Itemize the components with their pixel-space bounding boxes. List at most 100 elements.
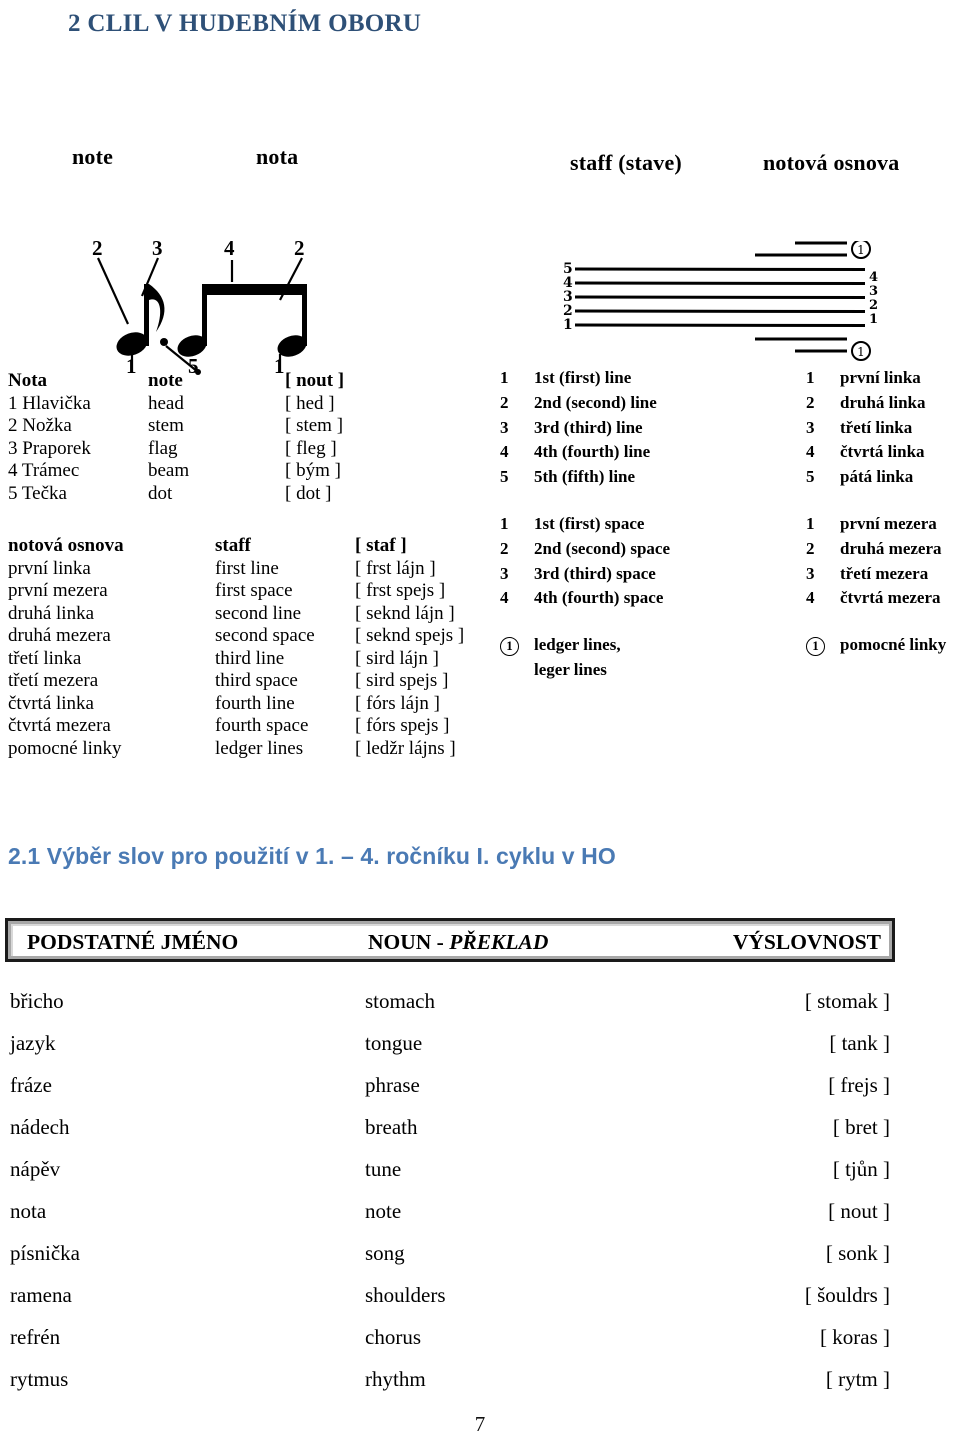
cell-en: phrase <box>365 1073 420 1097</box>
cell-pron: [ šouldrs ] <box>804 1283 890 1307</box>
legend-number: 1 <box>806 513 815 533</box>
cell-pron: [ bret ] <box>832 1115 890 1139</box>
legend-item: 3 3rd (third) line <box>500 416 670 441</box>
glossary-pron: [ nout ] <box>285 370 345 391</box>
vocabulary-table: PODSTATNÉ JMÉNO NOUN - PŘEKLAD VÝSLOVNOS… <box>5 918 895 1391</box>
glossary-row: 5 Tečka dot [ dot ] <box>8 483 465 506</box>
glossary-row: pomocné linky ledger lines [ ledžr lájns ] <box>8 738 555 761</box>
glossary-en: first line <box>215 557 279 579</box>
legend-number: 3 <box>500 563 509 583</box>
glossary-row: druhá mezera second space[ seknd spejs ] <box>8 625 555 648</box>
legend-label: čtvrtá linka <box>840 442 925 462</box>
staff-diagram-icon: 1 1 5 4 3 2 1 4 3 2 1 <box>563 241 878 361</box>
cell-pron: [ tank ] <box>829 1031 890 1055</box>
glossary-cz: 2 Nožka <box>8 415 72 436</box>
glossary-staff-parts: notová osnova staff[ staf ] první linka fi… <box>8 535 555 760</box>
legend-label: první mezera <box>840 513 937 533</box>
glossary-cz: 4 Trámec <box>8 460 80 481</box>
circled-number-icon: 1 <box>806 633 840 658</box>
glossary-row: Nota note [ nout ] <box>8 370 465 393</box>
legend-number: 2 <box>500 392 509 412</box>
glossary-en: fourth space <box>215 715 309 736</box>
legend-item: 2 druhá mezera <box>806 537 946 562</box>
glossary-en: beam <box>148 460 190 481</box>
glossary-cz: druhá mezera <box>8 625 111 646</box>
note-callout-2a: 2 <box>92 236 103 260</box>
glossary-pron: [ dot ] <box>285 482 332 504</box>
legend-item: 3 třetí mezera <box>806 562 946 587</box>
legend-number: 3 <box>806 563 815 583</box>
legend-label: ledger lines, <box>534 635 621 655</box>
legend-item: 1 pomocné linky <box>806 633 946 658</box>
glossary-pron: [ fórs lájn ] <box>355 692 440 714</box>
table-row: jazyk tongue [ tank ] <box>5 1022 895 1064</box>
glossary-row: čtvrtá mezera fourth space [ fórs spejs ] <box>8 715 555 738</box>
legend-spacer <box>806 611 946 633</box>
glossary-row: 2 Nožka stem [ stem ] <box>8 415 465 438</box>
cell-pron: [ sonk ] <box>825 1241 890 1265</box>
glossary-cz: první linka <box>8 557 91 579</box>
table-body: břicho stomach [ stomak ] jazyk tongue [… <box>5 980 895 1400</box>
legend-label: 3rd (third) line <box>534 417 643 437</box>
legend-item: 2 2nd (second) line <box>500 391 670 416</box>
legend-item: 1 1st (first) line <box>500 366 670 391</box>
glossary-cz: první mezera <box>8 580 108 601</box>
legend-number: 4 <box>500 588 509 608</box>
legend-item: 5 5th (fifth) line <box>500 465 670 490</box>
legend-item: leger lines <box>500 658 670 683</box>
legend-item: 1 první mezera <box>806 512 946 537</box>
table-header-inner: PODSTATNÉ JMÉNO NOUN - PŘEKLAD VÝSLOVNOS… <box>11 924 889 956</box>
legend-label: první linka <box>840 368 921 387</box>
legend-label: 4th (fourth) line <box>534 442 651 462</box>
cell-cz: nápěv <box>10 1157 61 1181</box>
legend-label: třetí mezera <box>840 563 929 583</box>
legend-label: 4th (fourth) space <box>534 588 664 608</box>
glossary-en: second line <box>215 602 302 624</box>
cell-en: stomach <box>365 989 435 1013</box>
legend-label: čtvrtá mezera <box>840 588 941 608</box>
legend-label: 5th (fifth) line <box>534 467 636 487</box>
cell-cz: fráze <box>10 1073 52 1097</box>
legend-spacer <box>500 490 670 512</box>
legend-item: 1 ledger lines, <box>500 633 670 658</box>
cell-en: rhythm <box>365 1367 426 1391</box>
glossary-pron: [ fórs spejs ] <box>355 715 450 736</box>
glossary-en: first space <box>215 580 293 601</box>
glossary-pron: [ hed ] <box>285 392 335 414</box>
figure-legend-english: 1 1st (first) line 2 2nd (second) line 3 3r… <box>500 366 670 683</box>
cell-pron: [ koras ] <box>820 1325 890 1349</box>
cell-cz: refrén <box>10 1325 61 1349</box>
legend-number: 3 <box>806 417 815 437</box>
legend-label: 3rd (third) space <box>534 563 656 583</box>
table-row: nápěv tune [ tjůn ] <box>5 1148 895 1190</box>
glossary-en: dot <box>148 482 173 504</box>
page-title: 2 CLIL V HUDEBNÍM OBORU <box>68 10 422 37</box>
glossary-cz: 3 Praporek <box>8 437 91 459</box>
table-column-header-noun-cz: PODSTATNÉ JMÉNO <box>27 930 239 954</box>
cell-pron: [ frejs ] <box>828 1073 890 1097</box>
glossary-cz: pomocné linky <box>8 737 122 759</box>
legend-item: 4 čtvrtá linka <box>806 440 946 465</box>
table-column-header-noun-en: NOUN - PŘEKLAD <box>368 930 548 955</box>
figure-label-note-cz: nota <box>256 144 299 169</box>
cell-pron: [ tjůn ] <box>832 1157 890 1181</box>
note-callout-3: 3 <box>152 236 163 260</box>
glossary-row: druhá linka second line[ seknd lájn ] <box>8 603 555 626</box>
glossary-cz: 5 Tečka <box>8 482 67 504</box>
cell-en: chorus <box>365 1325 421 1349</box>
note-callout-4: 4 <box>224 236 235 260</box>
legend-label: druhá linka <box>840 392 926 412</box>
svg-text:1: 1 <box>563 317 573 333</box>
glossary-en: third space <box>215 670 298 691</box>
cell-pron: [ nout ] <box>828 1199 890 1223</box>
legend-number: 4 <box>806 442 815 462</box>
cell-pron: [ stomak ] <box>804 989 890 1013</box>
legend-item: 1 první linka <box>806 366 946 391</box>
glossary-en: staff <box>215 535 251 556</box>
cell-pron: [ rytm ] <box>825 1367 890 1391</box>
glossary-row: čtvrtá linka fourth line [ fórs lájn ] <box>8 693 555 716</box>
glossary-cz: třetí mezera <box>8 670 99 691</box>
table-row: fráze phrase [ frejs ] <box>5 1064 895 1106</box>
glossary-pron: [ stem ] <box>285 415 344 436</box>
table-column-header-pronunciation: VÝSLOVNOST <box>732 930 881 954</box>
